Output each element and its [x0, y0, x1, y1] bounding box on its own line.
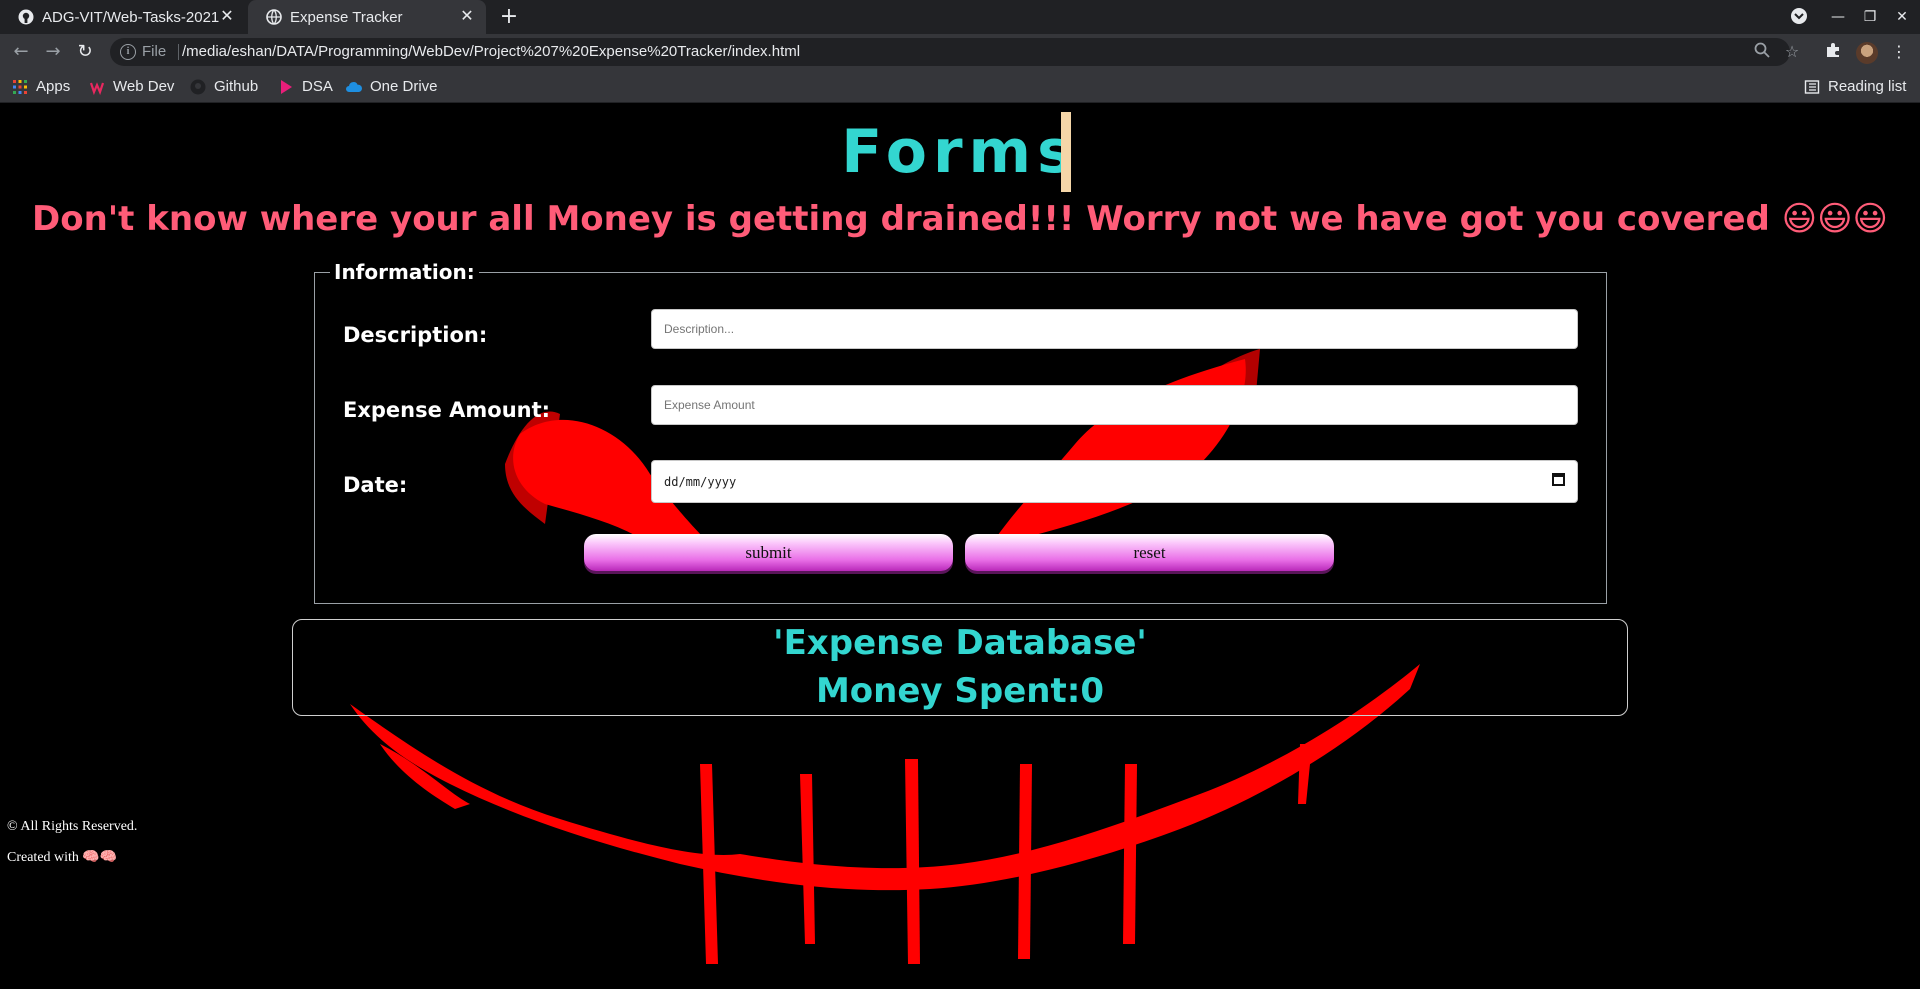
expense-amount-input[interactable]: Expense Amount	[651, 385, 1578, 425]
tab-label: Expense Tracker	[290, 8, 403, 26]
tab-expense-tracker[interactable]: Expense Tracker ✕	[248, 0, 486, 34]
close-icon[interactable]: ✕	[218, 8, 236, 26]
page-viewport: Forms Don't know where your all Money is…	[0, 104, 1920, 989]
reading-list-label: Reading list	[1828, 78, 1907, 95]
bookmark-apps[interactable]: Apps	[12, 70, 70, 103]
date-placeholder: dd/mm/yyyy	[664, 474, 737, 489]
footer-created: Created with 🧠🧠	[7, 850, 118, 865]
reading-list-button[interactable]: Reading list	[1804, 70, 1906, 103]
footer-rights: © All Rights Reserved.	[7, 819, 138, 834]
typing-cursor	[1061, 112, 1071, 192]
back-icon[interactable]: ←	[11, 42, 31, 62]
bookmark-label: Web Dev	[113, 78, 175, 95]
file-label: File	[142, 43, 167, 60]
tab-github[interactable]: ADG-VIT/Web-Tasks-2021 ✕	[0, 0, 246, 34]
description-label: Description:	[343, 323, 488, 347]
bookmark-web-dev[interactable]: Web Dev	[89, 70, 174, 103]
github-icon	[18, 9, 34, 25]
extensions-icon[interactable]	[1823, 42, 1843, 62]
reading-list-icon	[1804, 79, 1820, 94]
zoom-icon[interactable]	[1752, 42, 1772, 62]
date-input[interactable]: dd/mm/yyyy	[651, 460, 1578, 503]
forward-icon[interactable]: →	[43, 42, 63, 62]
fieldset-legend: Information:	[330, 259, 479, 285]
star-icon[interactable]: ☆	[1782, 42, 1802, 62]
address-bar[interactable]: i File /media/eshan/DATA/Programming/Web…	[110, 38, 1799, 66]
github-icon	[190, 79, 206, 94]
profile-avatar[interactable]	[1856, 42, 1878, 64]
web-dev-icon	[89, 81, 105, 95]
description-placeholder: Description...	[664, 322, 735, 336]
browser-toolbar: ← → ↻ i File /media/eshan/DATA/Programmi…	[0, 34, 1920, 70]
bookmark-one-drive[interactable]: One Drive	[346, 70, 438, 103]
reload-icon[interactable]: ↻	[75, 42, 95, 62]
database-heading: 'Expense Database'	[773, 623, 1147, 663]
tab-label: ADG-VIT/Web-Tasks-2021	[42, 8, 220, 26]
url-text[interactable]: /media/eshan/DATA/Programming/WebDev/Pro…	[182, 43, 800, 60]
submit-button[interactable]: submit	[584, 534, 953, 571]
tagline: Don't know where your all Money is getti…	[31, 199, 1889, 239]
reset-button[interactable]: reset	[965, 534, 1334, 571]
apps-grid-icon	[13, 79, 27, 94]
bookmark-label: DSA	[302, 78, 333, 95]
restore-icon[interactable]: ❐	[1860, 7, 1880, 27]
date-label: Date:	[343, 473, 408, 497]
description-input[interactable]: Description...	[651, 309, 1578, 349]
page-title: Forms	[841, 117, 1079, 187]
close-window-icon[interactable]: ✕	[1892, 7, 1912, 27]
dsa-icon	[281, 79, 292, 94]
info-icon[interactable]: i	[120, 44, 136, 60]
bookmark-dsa[interactable]: DSA	[278, 70, 333, 103]
minimize-icon[interactable]: —	[1828, 7, 1848, 27]
money-spent-total: Money Spent:0	[815, 671, 1105, 711]
divider	[178, 44, 179, 60]
bookmark-label: Github	[214, 78, 259, 95]
bookmark-github[interactable]: Github	[190, 70, 258, 103]
tab-search-icon[interactable]	[1789, 7, 1809, 27]
bookmark-label: One Drive	[370, 78, 438, 95]
expense-amount-placeholder: Expense Amount	[664, 398, 755, 412]
new-tab-icon[interactable]: +	[498, 6, 520, 28]
menu-icon[interactable]: ⋮	[1889, 42, 1909, 62]
calendar-icon[interactable]	[1552, 473, 1565, 486]
bookmarks-bar: Apps Web Dev Github DSA One Drive Readin…	[0, 70, 1920, 103]
bookmark-label: Apps	[36, 78, 71, 95]
globe-icon	[266, 9, 282, 25]
cloud-icon	[346, 81, 362, 92]
tab-strip: ADG-VIT/Web-Tasks-2021 ✕ Expense Tracker…	[0, 0, 1920, 34]
expense-amount-label: Expense Amount:	[343, 398, 551, 422]
close-icon[interactable]: ✕	[458, 8, 476, 26]
